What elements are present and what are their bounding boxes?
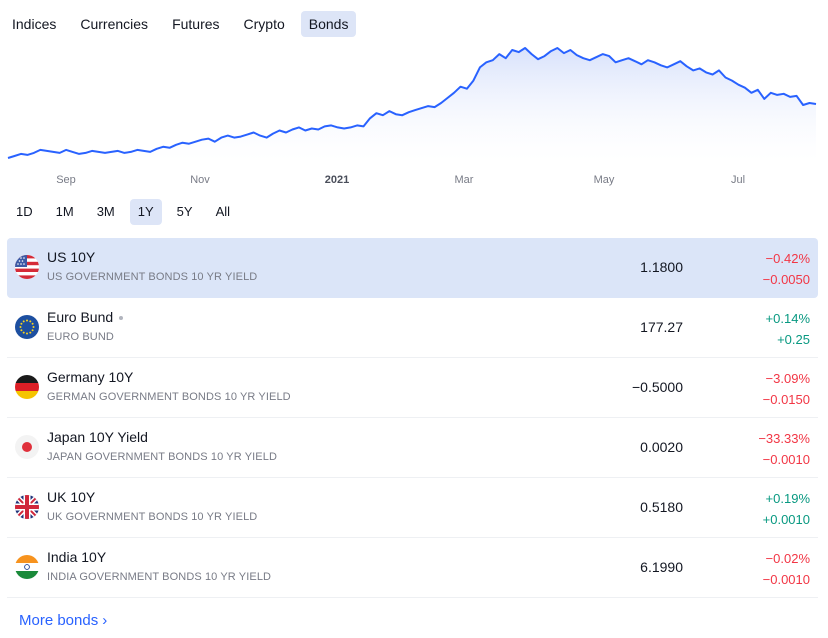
- bond-change-percent: −33.33%: [758, 431, 810, 446]
- bond-change-percent: +0.14%: [765, 311, 810, 326]
- status-dot-icon: [119, 316, 124, 321]
- bond-change-absolute: −0.0010: [762, 452, 810, 467]
- x-axis-ticks: Sep Nov 2021 Mar May Jul: [56, 174, 745, 186]
- bond-row-us-10y[interactable]: US 10Y US GOVERNMENT BONDS 10 YR YIELD 1…: [7, 238, 818, 298]
- bond-description: UK GOVERNMENT BONDS 10 YR YIELD: [47, 511, 258, 523]
- range-all[interactable]: All: [208, 199, 238, 225]
- bond-name: Germany 10Y: [47, 369, 134, 385]
- bond-description: GERMAN GOVERNMENT BONDS 10 YR YIELD: [47, 391, 291, 403]
- bond-description: JAPAN GOVERNMENT BONDS 10 YR YIELD: [47, 451, 277, 463]
- tab-indices[interactable]: Indices: [4, 11, 64, 37]
- bond-description: EURO BUND: [47, 331, 114, 343]
- bond-name: US 10Y: [47, 249, 96, 265]
- us-flag-icon: [15, 255, 39, 279]
- bond-change-absolute: +0.0010: [762, 512, 810, 527]
- bond-change-absolute: +0.25: [777, 332, 810, 347]
- tab-bonds[interactable]: Bonds: [300, 11, 357, 37]
- x-tick-label: May: [594, 174, 615, 186]
- bond-row-euro-bund[interactable]: Euro Bund EURO BUND 177.27 +0.14% +0.25: [7, 298, 818, 358]
- yield-chart[interactable]: Sep Nov 2021 Mar May Jul: [0, 44, 828, 192]
- bond-row-germany-10y[interactable]: Germany 10Y GERMAN GOVERNMENT BONDS 10 Y…: [7, 358, 818, 418]
- bond-change-percent: −0.02%: [765, 551, 810, 566]
- bond-value: −0.5000: [632, 379, 683, 395]
- bond-change-absolute: −0.0150: [762, 392, 810, 407]
- more-bonds-link[interactable]: More bonds ›: [19, 612, 107, 629]
- bond-change-absolute: −0.0010: [762, 572, 810, 587]
- tab-futures[interactable]: Futures: [164, 11, 227, 37]
- bond-description: US GOVERNMENT BONDS 10 YR YIELD: [47, 271, 258, 283]
- bond-list: US 10Y US GOVERNMENT BONDS 10 YR YIELD 1…: [7, 238, 818, 598]
- bond-value: 0.5180: [640, 499, 683, 515]
- bond-change-percent: +0.19%: [765, 491, 810, 506]
- range-3m[interactable]: 3M: [89, 199, 123, 225]
- range-selector: 1D 1M 3M 1Y 5Y All: [8, 199, 245, 225]
- bond-name: Japan 10Y Yield: [47, 429, 148, 445]
- x-tick-label: Mar: [455, 174, 474, 186]
- chevron-right-icon: ›: [102, 612, 108, 629]
- bond-change-percent: −0.42%: [765, 251, 810, 266]
- gb-flag-icon: [15, 495, 39, 519]
- de-flag-icon: [15, 375, 39, 399]
- bond-change-percent: −3.09%: [765, 371, 810, 386]
- bond-row-japan-10y[interactable]: Japan 10Y Yield JAPAN GOVERNMENT BONDS 1…: [7, 418, 818, 478]
- bond-row-india-10y[interactable]: India 10Y INDIA GOVERNMENT BONDS 10 YR Y…: [7, 538, 818, 598]
- market-tabs: Indices Currencies Futures Crypto Bonds: [4, 11, 364, 37]
- bond-name: India 10Y: [47, 549, 107, 565]
- bond-value: 0.0020: [640, 439, 683, 455]
- bond-row-uk-10y[interactable]: UK 10Y UK GOVERNMENT BONDS 10 YR YIELD 0…: [7, 478, 818, 538]
- more-bonds-label: More bonds: [19, 612, 99, 629]
- x-tick-label: 2021: [325, 174, 349, 186]
- range-1d[interactable]: 1D: [8, 199, 41, 225]
- tab-crypto[interactable]: Crypto: [236, 11, 293, 37]
- range-1y[interactable]: 1Y: [129, 199, 162, 225]
- bond-name-text: Euro Bund: [47, 309, 114, 325]
- bond-name: UK 10Y: [47, 489, 96, 505]
- bond-change-absolute: −0.0050: [762, 272, 810, 287]
- in-flag-icon: [15, 555, 39, 579]
- bond-value: 1.1800: [640, 259, 683, 275]
- x-tick-label: Nov: [190, 174, 210, 186]
- bond-name: Euro Bund: [47, 309, 124, 325]
- x-tick-label: Sep: [56, 174, 76, 186]
- bond-value: 177.27: [640, 319, 683, 335]
- eu-flag-icon: [15, 315, 39, 339]
- range-1m[interactable]: 1M: [48, 199, 82, 225]
- range-5y[interactable]: 5Y: [169, 199, 201, 225]
- yield-chart-svg[interactable]: Sep Nov 2021 Mar May Jul: [0, 44, 828, 192]
- chart-area-fill: [8, 48, 816, 162]
- bond-value: 6.1990: [640, 559, 683, 575]
- x-tick-label: Jul: [731, 174, 745, 186]
- bond-description: INDIA GOVERNMENT BONDS 10 YR YIELD: [47, 571, 272, 583]
- tab-currencies[interactable]: Currencies: [72, 11, 156, 37]
- jp-flag-icon: [15, 435, 39, 459]
